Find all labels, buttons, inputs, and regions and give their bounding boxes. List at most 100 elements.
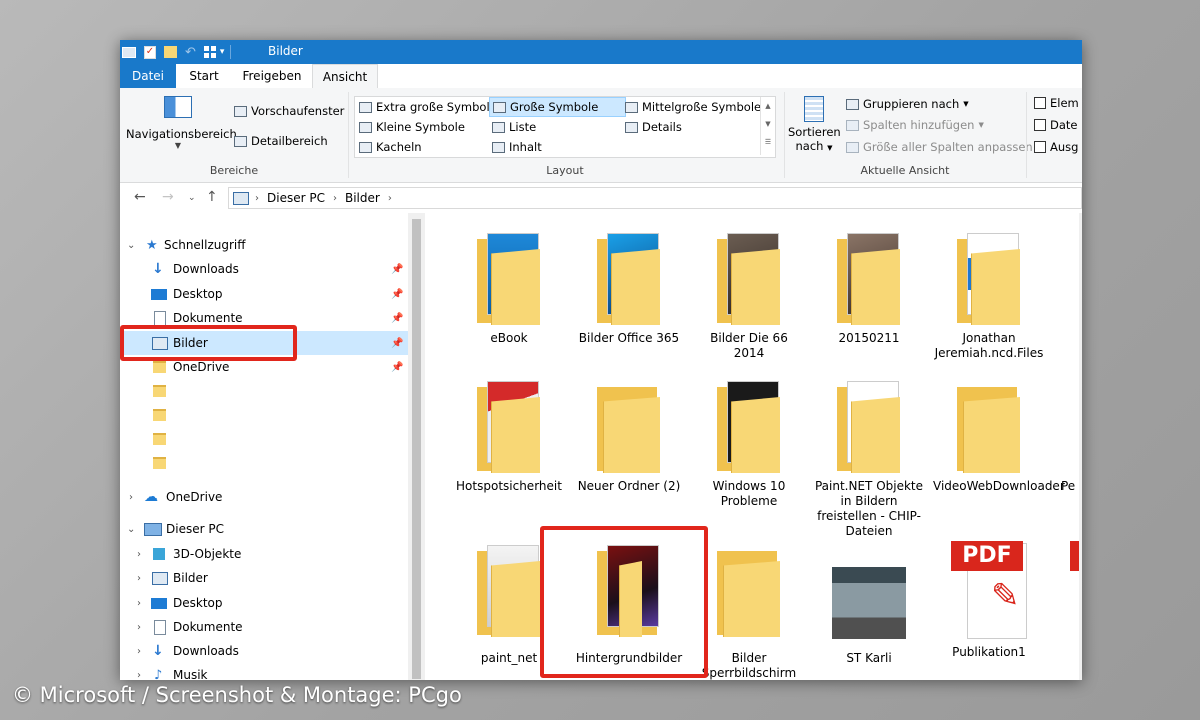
sidebar-scrollbar[interactable] [408, 213, 425, 680]
layout-medium-icons[interactable]: Mittelgroße Symbole [625, 98, 761, 116]
sidebar-label: OneDrive [173, 360, 230, 374]
collapsed-chevron-icon[interactable]: › [137, 598, 141, 609]
folder-item-bilder-die-66-2014[interactable]: Bilder Die 66 2014 [693, 231, 805, 361]
checkbox-file-extensions[interactable]: Date [1034, 116, 1078, 134]
more-icon[interactable]: ☰ [761, 133, 775, 151]
customize-toolbar-icon[interactable]: ▾ [220, 47, 225, 57]
tab-ansicht[interactable]: Ansicht [312, 64, 378, 90]
folder-item-paint-net-objekte[interactable]: Paint.NET Objekte in Bildern freistellen… [813, 379, 925, 539]
recent-chevron-icon[interactable]: ⌄ [188, 193, 196, 203]
collapsed-chevron-icon[interactable]: › [137, 646, 141, 657]
layout-large-icons[interactable]: Große Symbole [489, 97, 626, 117]
sidebar-item-pc-dokumente[interactable]: › Dokumente [120, 615, 408, 639]
properties-icon[interactable]: ✓ [144, 45, 156, 59]
tab-start[interactable]: Start [176, 64, 232, 88]
pin-icon[interactable]: 📌 [391, 313, 403, 324]
sidebar-item-musik[interactable]: › ♪ Musik [120, 663, 408, 681]
pin-icon[interactable]: 📌 [391, 362, 403, 373]
scrollbar-thumb[interactable] [412, 219, 421, 679]
undo-icon[interactable]: ↶ [185, 45, 196, 60]
breadcrumb-bilder[interactable]: Bilder [345, 191, 380, 205]
item-label: Bilder Office 365 [578, 331, 680, 345]
collapsed-chevron-icon[interactable]: › [137, 670, 141, 681]
details-pane-button[interactable]: Detailbereich [234, 132, 328, 150]
sidebar-item-dieser-pc[interactable]: ⌄ Dieser PC [120, 517, 408, 541]
navigation-pane-button[interactable]: Navigationsbereich ▼ [126, 96, 237, 158]
folder-item-bilder-sperrbildschirm[interactable]: Bilder Sperrbildschirm [693, 543, 805, 680]
folder-item-videowebdownloader[interactable]: VideoWebDownloader [933, 379, 1065, 494]
add-columns-button[interactable]: Spalten hinzufügen ▼ [846, 116, 984, 134]
sidebar-item-blurred-folder[interactable] [120, 403, 408, 427]
breadcrumb-dieser-pc[interactable]: Dieser PC [267, 191, 325, 205]
collapsed-chevron-icon[interactable]: › [137, 549, 141, 560]
sidebar-item-blurred-folder[interactable] [120, 427, 408, 451]
pin-icon[interactable]: 📌 [391, 338, 403, 349]
folder-item-ebook[interactable]: eBook [453, 231, 565, 346]
fit-columns-icon [846, 141, 859, 153]
sidebar-item-pc-downloads[interactable]: › ↓ Downloads [120, 639, 408, 663]
layout-list[interactable]: Liste [492, 118, 536, 136]
view-grid-icon[interactable] [203, 46, 216, 58]
sort-by-button[interactable]: Sortieren nach ▼ [788, 96, 841, 158]
ribbon-separator [784, 92, 785, 178]
image-item-st-karli[interactable]: ST Karli [813, 543, 925, 666]
checkbox-icon[interactable] [1034, 119, 1046, 131]
tab-datei[interactable]: Datei [120, 64, 176, 88]
folder-item-partial[interactable]: Pe [1053, 379, 1082, 494]
collapsed-chevron-icon[interactable]: › [137, 622, 141, 633]
folder-item-hotspotsicherheit[interactable]: Hotspotsicherheit [453, 379, 565, 494]
layout-scroll[interactable]: ▲ ▼ ☰ [760, 97, 775, 155]
layout-small-icons[interactable]: Kleine Symbole [359, 118, 465, 136]
sidebar-item-downloads[interactable]: ↓ Downloads 📌 [120, 257, 408, 281]
layout-extra-large-icons[interactable]: Extra große Symbole [359, 98, 497, 116]
sidebar-item-blurred-folder[interactable] [120, 451, 408, 475]
sidebar-item-pc-desktop[interactable]: › Desktop [120, 591, 408, 615]
expanded-chevron-icon[interactable]: ⌄ [127, 240, 135, 251]
folder-icon [153, 457, 166, 469]
folder-icon [833, 231, 905, 327]
sidebar-item-schnellzugriff[interactable]: ⌄ ★ Schnellzugriff [120, 233, 408, 257]
tab-freigeben[interactable]: Freigeben [232, 64, 312, 88]
sidebar-item-3d-objekte[interactable]: › 3D-Objekte [120, 542, 408, 566]
checkbox-icon[interactable] [1034, 97, 1046, 109]
pin-icon[interactable]: 📌 [391, 264, 403, 275]
back-arrow-icon[interactable]: ← [134, 189, 146, 205]
document-icon [154, 310, 166, 326]
checkbox-item-checkboxes[interactable]: Elem [1034, 94, 1079, 112]
expanded-chevron-icon[interactable]: ⌄ [127, 524, 135, 535]
sidebar-item-onedrive[interactable]: › ☁ OneDrive [120, 485, 408, 509]
checkbox-icon[interactable] [1034, 141, 1046, 153]
file-item-publikation1[interactable]: ✎ PDF Publikation1 [933, 535, 1045, 660]
new-folder-icon[interactable] [164, 46, 177, 58]
folder-item-windows-10-probleme[interactable]: Windows 10 Probleme [693, 379, 805, 509]
group-by-button[interactable]: Gruppieren nach ▼ [846, 95, 969, 113]
address-bar[interactable]: › Dieser PC › Bilder › [228, 187, 1082, 209]
collapsed-chevron-icon[interactable]: › [137, 573, 141, 584]
sidebar-item-bilder[interactable]: › Bilder [120, 566, 408, 590]
folder-item-neuer-ordner-2[interactable]: Neuer Ordner (2) [573, 379, 685, 494]
sidebar-item-desktop[interactable]: Desktop 📌 [120, 282, 408, 306]
checkbox-hidden-items[interactable]: Ausg [1034, 138, 1078, 156]
pin-icon[interactable]: 📌 [391, 289, 403, 300]
preview-pane-button[interactable]: Vorschaufenster [234, 102, 344, 120]
sidebar-label: OneDrive [166, 490, 223, 504]
layout-item-label: Inhalt [509, 140, 542, 154]
layout-content[interactable]: Inhalt [492, 138, 542, 156]
breadcrumb-separator: › [255, 192, 259, 204]
title-bar: ✓ ↶ ▾ Bilder [120, 40, 1082, 64]
layout-tiles[interactable]: Kacheln [359, 138, 422, 156]
folder-item-jonathan-jeremiah[interactable]: Jonathan Jeremiah.ncd.Files [933, 231, 1045, 361]
up-arrow-icon[interactable]: ↑ [206, 189, 218, 205]
collapsed-chevron-icon[interactable]: › [129, 492, 133, 503]
chevron-up-icon[interactable]: ▲ [761, 97, 775, 115]
folder-item-20150211[interactable]: 20150211 [813, 231, 925, 346]
breadcrumb-separator: › [332, 192, 337, 204]
chevron-down-icon[interactable]: ▼ [761, 115, 775, 133]
layout-details[interactable]: Details [625, 118, 682, 136]
pictures-folder-icon [122, 46, 136, 58]
fit-columns-button[interactable]: Größe aller Spalten anpassen [846, 138, 1033, 156]
ribbon-separator [1026, 92, 1027, 178]
folder-item-bilder-office-365[interactable]: Bilder Office 365 [573, 231, 685, 346]
sidebar-item-blurred-folder[interactable] [120, 379, 408, 403]
forward-arrow-icon[interactable]: → [162, 189, 174, 205]
